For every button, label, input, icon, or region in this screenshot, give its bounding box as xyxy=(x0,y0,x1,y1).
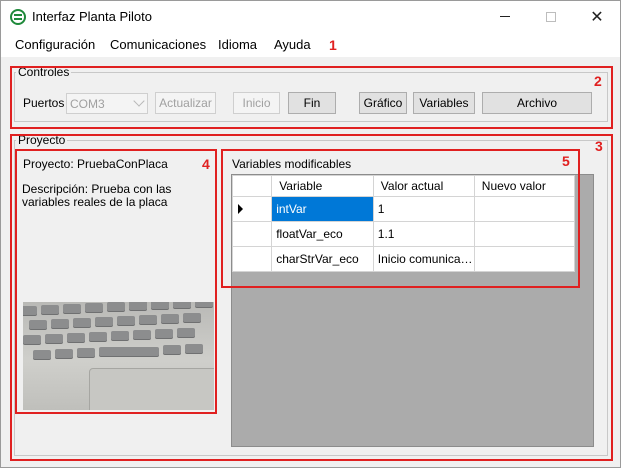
title-bar: Interfaz Planta Piloto ✕ xyxy=(1,1,620,32)
close-button[interactable]: ✕ xyxy=(574,1,620,32)
window-title: Interfaz Planta Piloto xyxy=(32,9,152,24)
menu-idioma[interactable]: Idioma xyxy=(218,37,257,52)
maximize-icon xyxy=(546,11,556,22)
annotation-number: 2 xyxy=(594,73,602,89)
menu-comunicaciones[interactable]: Comunicaciones xyxy=(110,37,206,52)
minimize-button[interactable] xyxy=(482,1,528,32)
menu-bar: Configuración Comunicaciones Idioma Ayud… xyxy=(1,32,620,57)
menu-ayuda[interactable]: Ayuda xyxy=(274,37,311,52)
main-window: Interfaz Planta Piloto ✕ Configuración C… xyxy=(0,0,621,468)
annotation-frame xyxy=(221,149,580,288)
close-icon: ✕ xyxy=(590,8,604,26)
annotation-frame xyxy=(10,66,613,129)
maximize-button[interactable] xyxy=(528,1,574,32)
annotation-number: 1 xyxy=(329,37,337,53)
annotation-number: 5 xyxy=(562,153,570,169)
menu-configuracion[interactable]: Configuración xyxy=(15,37,95,52)
annotation-frame xyxy=(15,149,217,414)
app-icon xyxy=(10,9,26,25)
annotation-number: 3 xyxy=(595,138,603,154)
minimize-icon xyxy=(500,16,510,17)
annotation-number: 4 xyxy=(202,156,210,172)
